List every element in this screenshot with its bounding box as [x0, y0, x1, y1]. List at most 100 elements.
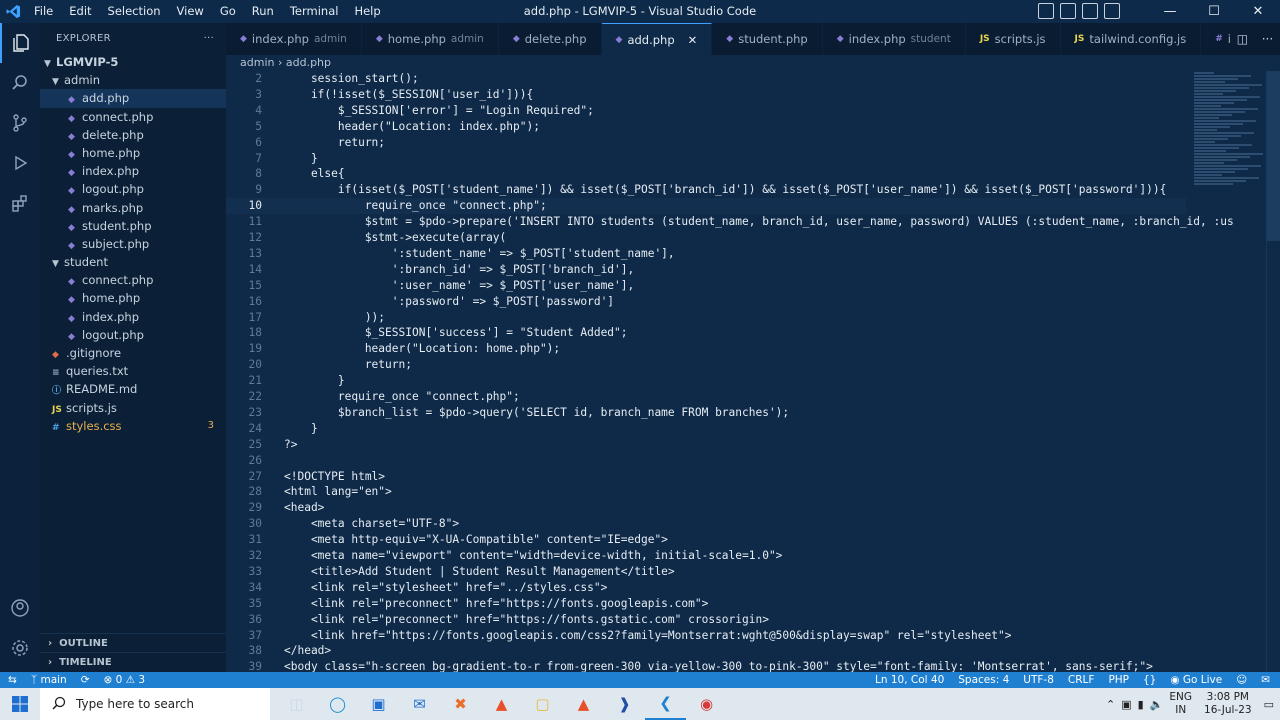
code-line[interactable]: 34 <link rel="stylesheet" href="../style…: [226, 580, 1186, 596]
feedback-icon[interactable]: ☺: [1236, 674, 1247, 686]
explorer-icon[interactable]: [0, 23, 40, 63]
code-editor[interactable]: 39 <body class="h-screen bg-gradient-to-r…: [226, 71, 1280, 672]
editor-tab[interactable]: JS tailwind.config.js: [1061, 23, 1202, 55]
tree-file[interactable]: ◆ add.php: [40, 89, 226, 108]
editor-tab[interactable]: ◆ home.php admin: [362, 23, 499, 55]
code-line[interactable]: 2 session_start();: [226, 71, 1186, 87]
code-line[interactable]: 4 $_SESSION['error'] = "Login Required";: [226, 103, 1186, 119]
tree-file[interactable]: ⓘ README.md: [40, 380, 226, 398]
editor-scrollbar[interactable]: [1266, 71, 1280, 672]
toggle-primary-sidebar-icon[interactable]: [1038, 3, 1054, 19]
code-line[interactable]: 26: [226, 453, 1186, 469]
tree-file[interactable]: ◆ connect.php: [40, 271, 226, 289]
minimize-button[interactable]: —: [1148, 0, 1192, 23]
menu-terminal[interactable]: Terminal: [282, 0, 347, 23]
code-line[interactable]: 27 <!DOCTYPE html>: [226, 469, 1186, 485]
code-line[interactable]: 7 }: [226, 151, 1186, 167]
vscode-taskbar-icon[interactable]: ❮: [645, 688, 686, 720]
clock[interactable]: 3:08 PM 16-Jul-23: [1198, 691, 1258, 717]
line-ending[interactable]: CRLF: [1068, 674, 1095, 686]
customize-layout-icon[interactable]: [1104, 3, 1120, 19]
code-line[interactable]: 14 ':branch_id' => $_POST['branch_id'],: [226, 262, 1186, 278]
menu-help[interactable]: Help: [346, 0, 388, 23]
code-line[interactable]: 18 $_SESSION['success'] = "Student Added…: [226, 325, 1186, 341]
language-mode[interactable]: PHP: [1108, 674, 1129, 686]
code-line[interactable]: 20 return;: [226, 357, 1186, 373]
code-line[interactable]: 9 if(isset($_POST['student_name']) && is…: [226, 182, 1186, 198]
toggle-secondary-sidebar-icon[interactable]: [1082, 3, 1098, 19]
code-line[interactable]: 35 <link rel="preconnect" href="https://…: [226, 596, 1186, 612]
code-line[interactable]: 17 ));: [226, 310, 1186, 326]
settings-gear-icon[interactable]: [0, 628, 40, 668]
tree-file[interactable]: ◆ logout.php: [40, 326, 226, 344]
code-line[interactable]: 11 $stmt = $pdo->prepare('INSERT INTO st…: [226, 214, 1234, 230]
code-line[interactable]: 39 <body class="h-screen bg-gradient-to-r…: [226, 659, 1186, 672]
go-live-button[interactable]: ◉ Go Live: [1170, 674, 1222, 686]
menu-edit[interactable]: Edit: [61, 0, 99, 23]
code-line[interactable]: 30 <meta charset="UTF-8">: [226, 516, 1186, 532]
code-line[interactable]: 25 ?>: [226, 437, 1186, 453]
code-line[interactable]: 38 </head>: [226, 643, 1186, 659]
breadcrumb-folder[interactable]: admin: [240, 56, 274, 69]
toggle-panel-icon[interactable]: [1060, 3, 1076, 19]
file-explorer-icon[interactable]: ▢: [522, 688, 563, 720]
notifications-bell-icon[interactable]: ✉: [1261, 674, 1270, 686]
store-icon[interactable]: ▣: [358, 688, 399, 720]
code-line[interactable]: 12 $stmt->execute(array(: [226, 230, 1186, 246]
tree-file[interactable]: JS scripts.js: [40, 399, 226, 417]
tree-file[interactable]: ◆ connect.php: [40, 108, 226, 126]
braces-icon[interactable]: {}: [1143, 674, 1156, 686]
editor-tab[interactable]: ◆ delete.php: [499, 23, 602, 55]
cursor-position[interactable]: Ln 10, Col 40: [875, 674, 944, 686]
code-line[interactable]: 37 <link href="https://fonts.googleapis.…: [226, 628, 1186, 644]
editor-tab[interactable]: ◆ student.php: [712, 23, 823, 55]
menu-file[interactable]: File: [26, 0, 61, 23]
terminal-icon[interactable]: ❱: [604, 688, 645, 720]
tree-file[interactable]: # styles.css 3: [40, 417, 226, 435]
recorder-icon[interactable]: ◉: [686, 688, 727, 720]
tree-file[interactable]: ◆ marks.php: [40, 199, 226, 217]
tree-file[interactable]: ◆ home.php: [40, 144, 226, 162]
tree-file[interactable]: ≡ queries.txt: [40, 362, 226, 380]
code-line[interactable]: 29 <head>: [226, 500, 1186, 516]
code-line[interactable]: 3 if(!isset($_SESSION['user_id'])){: [226, 87, 1186, 103]
code-line[interactable]: 22 require_once "connect.php";: [226, 389, 1186, 405]
workspace-root[interactable]: ▼ LGMVIP-5: [40, 53, 226, 71]
code-line[interactable]: 19 header("Location: home.php");: [226, 341, 1186, 357]
menu-view[interactable]: View: [169, 0, 212, 23]
encoding[interactable]: UTF-8: [1023, 674, 1054, 686]
edge-browser-icon[interactable]: ◯: [317, 688, 358, 720]
outline-section[interactable]: › OUTLINE: [40, 633, 226, 653]
tree-file[interactable]: ◆ subject.php: [40, 235, 226, 253]
code-line[interactable]: 16 ':password' => $_POST['password']: [226, 294, 1186, 310]
sync-icon[interactable]: ⟳: [81, 674, 90, 686]
code-line[interactable]: 6 return;: [226, 135, 1186, 151]
close-tab-icon[interactable]: ✕: [688, 33, 698, 47]
accounts-icon[interactable]: [0, 588, 40, 628]
maximize-button[interactable]: ☐: [1192, 0, 1236, 23]
search-icon[interactable]: [0, 63, 40, 103]
extensions-icon[interactable]: [0, 183, 40, 223]
show-hidden-icons-icon[interactable]: ⌃: [1106, 698, 1115, 711]
tree-file[interactable]: ◆ home.php: [40, 289, 226, 307]
code-line[interactable]: 10 require_once "connect.php";: [226, 198, 1186, 215]
editor-tab[interactable]: JS scripts.js: [966, 23, 1061, 55]
xampp-icon[interactable]: ✖: [440, 688, 481, 720]
network-icon[interactable]: ▣: [1121, 698, 1131, 711]
code-line[interactable]: 33 <title>Add Student | Student Result M…: [226, 564, 1186, 580]
menu-go[interactable]: Go: [212, 0, 244, 23]
split-editor-icon[interactable]: ◫: [1237, 32, 1248, 46]
language-indicator[interactable]: ENG IN: [1169, 691, 1192, 717]
code-line[interactable]: 36 <link rel="preconnect" href="https://…: [226, 612, 1186, 628]
close-window-button[interactable]: ✕: [1236, 0, 1280, 23]
editor-tab[interactable]: ◆ index.php admin: [226, 23, 362, 55]
tree-file[interactable]: ◆ index.php: [40, 308, 226, 326]
menu-selection[interactable]: Selection: [100, 0, 169, 23]
brave-browser-icon-2[interactable]: ▲: [563, 688, 604, 720]
taskbar-search[interactable]: Type here to search: [40, 688, 270, 720]
remote-indicator-icon[interactable]: ⇆: [8, 674, 17, 686]
timeline-section[interactable]: › TIMELINE: [40, 652, 226, 672]
menu-run[interactable]: Run: [244, 0, 282, 23]
tree-file[interactable]: ◆ student.php: [40, 217, 226, 235]
minimap[interactable]: [1194, 71, 1264, 231]
